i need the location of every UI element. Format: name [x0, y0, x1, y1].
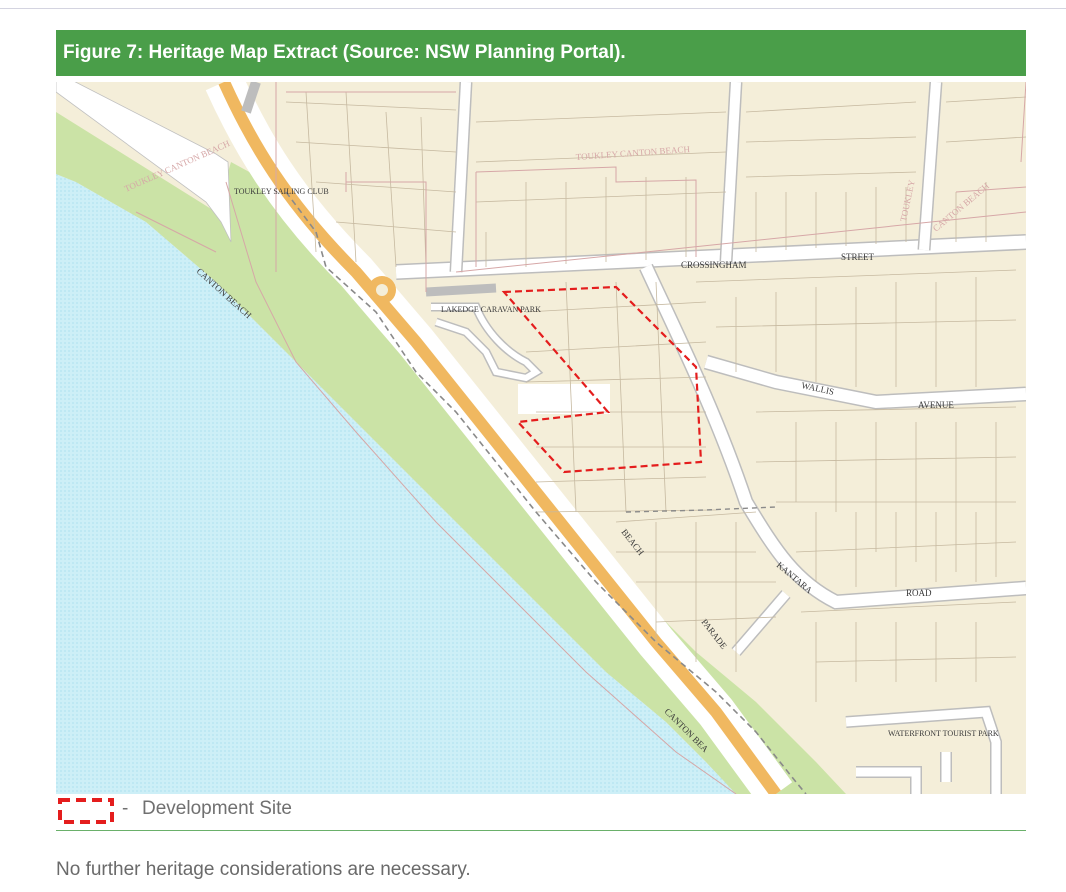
- heritage-map: TOUKLEY SAILING CLUB LAKEDGE CARAVAN PAR…: [56, 82, 1026, 794]
- development-site-legend-icon: [58, 798, 114, 824]
- label-road: ROAD: [906, 588, 932, 598]
- figure-title: Figure 7: Heritage Map Extract (Source: …: [63, 42, 626, 63]
- legend-dash: -: [122, 798, 129, 819]
- label-crossingham: CROSSINGHAM: [681, 260, 747, 270]
- label-lakedge-caravan-park: LAKEDGE CARAVAN PARK: [441, 305, 541, 314]
- label-waterfront-tourist-park: WATERFRONT TOURIST PARK: [888, 729, 999, 738]
- legend-divider: [56, 830, 1026, 831]
- label-avenue: AVENUE: [918, 400, 954, 410]
- label-street: STREET: [841, 252, 875, 262]
- legend-label: Development Site: [142, 798, 292, 819]
- top-divider: [0, 8, 1066, 9]
- map-legend: - Development Site: [56, 794, 1026, 830]
- label-toukley-sailing-club: TOUKLEY SAILING CLUB: [234, 187, 329, 196]
- body-paragraph: No further heritage considerations are n…: [56, 859, 471, 880]
- figure-caption-bar: Figure 7: Heritage Map Extract (Source: …: [56, 30, 1026, 76]
